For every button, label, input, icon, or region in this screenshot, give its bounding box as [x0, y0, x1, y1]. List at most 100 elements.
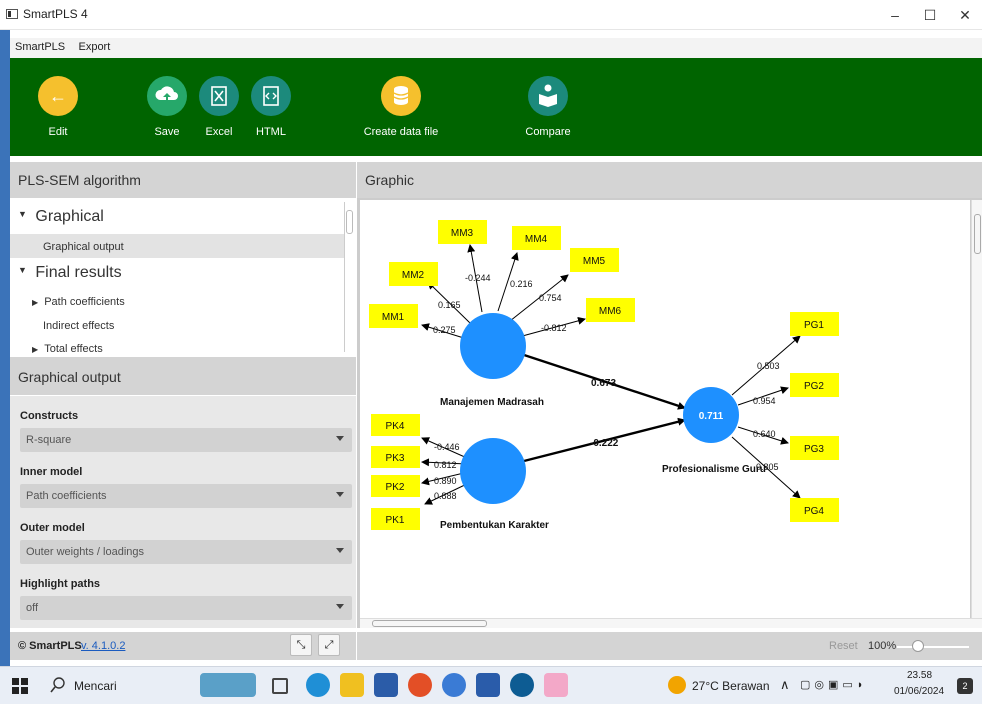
mm-indicators: MM1 MM2 MM3 MM4 MM5 MM6: [369, 220, 635, 328]
svg-text:0.805: 0.805: [756, 462, 779, 472]
reset-zoom-button[interactable]: Reset: [829, 640, 858, 652]
collapse-icon[interactable]: ⤡: [290, 634, 312, 656]
task-view-icon[interactable]: [272, 678, 288, 694]
tree-item-path-coefficients[interactable]: ▶ Path coefficients: [32, 296, 355, 308]
compare-button[interactable]: Compare: [508, 76, 588, 138]
collapsed-caret-icon: ▶: [32, 298, 39, 307]
graphic-panel-header: Graphic: [357, 162, 982, 198]
canvas-vertical-scrollbar[interactable]: [971, 200, 982, 618]
pk-indicators: PK4 PK3 PK2 PK1: [371, 414, 420, 530]
path-coef-pk-pg: -0.222: [590, 438, 619, 449]
notification-icon[interactable]: 2: [957, 678, 973, 694]
tree-item-final-results[interactable]: ▼ Final results: [18, 264, 352, 282]
inner-model-select[interactable]: Path coefficients: [20, 484, 352, 508]
search-icon[interactable]: [50, 677, 66, 693]
tree-item-indirect-effects[interactable]: Indirect effects: [43, 320, 355, 332]
algorithm-title: PLS-SEM algorithm: [18, 172, 141, 188]
svg-text:0.216: 0.216: [510, 279, 533, 289]
svg-text:PG4: PG4: [804, 506, 824, 517]
zoom-slider-track[interactable]: [897, 646, 969, 648]
pk-label: Pembentukan Karakter: [440, 520, 549, 531]
mail-icon[interactable]: [374, 673, 398, 697]
graphical-output-header: Graphical output: [10, 357, 356, 395]
dropdown-caret-icon: [336, 548, 344, 553]
svg-text:0.503: 0.503: [757, 361, 780, 371]
svg-text:PK2: PK2: [386, 482, 405, 493]
tree-item-graphical[interactable]: ▼ Graphical: [18, 208, 352, 226]
svg-text:PG1: PG1: [804, 320, 824, 331]
copyright: © SmartPLS: [18, 640, 82, 652]
graphical-output-title: Graphical output: [18, 369, 121, 385]
svg-text:0.165: 0.165: [438, 300, 461, 310]
windows-start-icon[interactable]: [12, 678, 28, 694]
title-bar: SmartPLS 4 – ☐ ✕: [0, 0, 982, 30]
highlight-paths-select[interactable]: off: [20, 596, 352, 620]
inner-model-value: Path coefficients: [26, 490, 107, 502]
constructs-label: Constructs: [20, 410, 79, 422]
maximize-button[interactable]: ☐: [915, 4, 945, 26]
background-window-edge: [0, 30, 10, 666]
constructs-value: R-square: [26, 434, 72, 446]
pg-r-square: 0.711: [699, 411, 724, 422]
svg-text:0.275: 0.275: [433, 325, 456, 335]
pg-weights: 0.503 0.954 0.640 0.805: [753, 361, 780, 472]
html-label: HTML: [256, 126, 286, 138]
app-icon: [6, 9, 18, 19]
weather-icon[interactable]: [668, 676, 686, 694]
edge-browser-icon[interactable]: [306, 673, 330, 697]
clock-time[interactable]: 23.58: [907, 670, 932, 681]
svg-text:0.890: 0.890: [434, 476, 457, 486]
compare-label: Compare: [525, 126, 571, 138]
html-button[interactable]: HTML: [231, 76, 311, 138]
tree-item-total-effects[interactable]: ▶ Total effects: [32, 343, 355, 355]
menu-export[interactable]: Export: [73, 38, 115, 56]
dropdown-caret-icon: [336, 604, 344, 609]
word-icon[interactable]: [476, 673, 500, 697]
zoom-slider-knob[interactable]: [912, 640, 924, 652]
widgets-icon[interactable]: [200, 673, 256, 697]
expanded-caret-icon: ▼: [18, 209, 27, 219]
constructs-select[interactable]: R-square: [20, 428, 352, 452]
app-icon-colorful[interactable]: [442, 673, 466, 697]
html-icon: [251, 76, 291, 116]
expanded-caret-icon: ▼: [18, 265, 27, 275]
graphic-footer: Reset 100%: [357, 632, 982, 660]
chrome-icon[interactable]: [408, 673, 432, 697]
create-data-file-button[interactable]: Create data file: [361, 76, 441, 138]
model-canvas[interactable]: 0.711 Manajemen Madrasah Pembentukan Kar…: [360, 200, 970, 618]
tree-item-graphical-output[interactable]: Graphical output: [10, 234, 344, 258]
canvas-horizontal-scrollbar[interactable]: [360, 618, 982, 628]
create-data-file-label: Create data file: [363, 126, 439, 138]
menu-smartpls[interactable]: SmartPLS: [10, 38, 70, 56]
svg-text:-0.446: -0.446: [434, 442, 460, 452]
file-explorer-icon[interactable]: [340, 673, 364, 697]
window-title: SmartPLS 4: [23, 7, 88, 21]
windows-taskbar: Mencari 27°C Berawan ∧ ▢◎▣▭◗ 23.58 01/06…: [0, 666, 982, 704]
system-tray-icons[interactable]: ▢◎▣▭◗: [800, 678, 867, 691]
toolbar: ← Edit Save Excel HTML Create data file …: [10, 58, 982, 156]
construct-manajemen-madrasah[interactable]: [460, 313, 526, 379]
taskbar-search-text[interactable]: Mencari: [74, 679, 117, 693]
edit-button[interactable]: ← Edit: [18, 76, 98, 138]
highlight-paths-label: Highlight paths: [20, 578, 101, 590]
construct-pembentukan-karakter[interactable]: [460, 438, 526, 504]
svg-text:0.812: 0.812: [434, 460, 457, 470]
close-button[interactable]: ✕: [950, 4, 980, 26]
tree-scrollbar[interactable]: [344, 202, 354, 352]
svg-text:-0.244: -0.244: [465, 273, 491, 283]
graphical-output-options: Constructs R-square Inner model Path coe…: [10, 396, 356, 628]
clock-date[interactable]: 01/06/2024: [894, 686, 944, 697]
snipping-tool-icon[interactable]: [544, 673, 568, 697]
weather-text[interactable]: 27°C Berawan: [692, 679, 770, 693]
version-link[interactable]: v. 4.1.0.2: [81, 640, 125, 652]
outer-model-label: Outer model: [20, 522, 85, 534]
expand-icon[interactable]: ⤢: [318, 634, 340, 656]
svg-text:0.888: 0.888: [434, 491, 457, 501]
outer-model-value: Outer weights / loadings: [26, 546, 145, 558]
svg-text:PK4: PK4: [386, 421, 405, 432]
smartpls-taskbar-icon[interactable]: [510, 673, 534, 697]
minimize-button[interactable]: –: [880, 4, 910, 26]
outer-model-select[interactable]: Outer weights / loadings: [20, 540, 352, 564]
collapsed-caret-icon: ▶: [32, 345, 39, 354]
tray-chevron-icon[interactable]: ∧: [780, 677, 790, 693]
